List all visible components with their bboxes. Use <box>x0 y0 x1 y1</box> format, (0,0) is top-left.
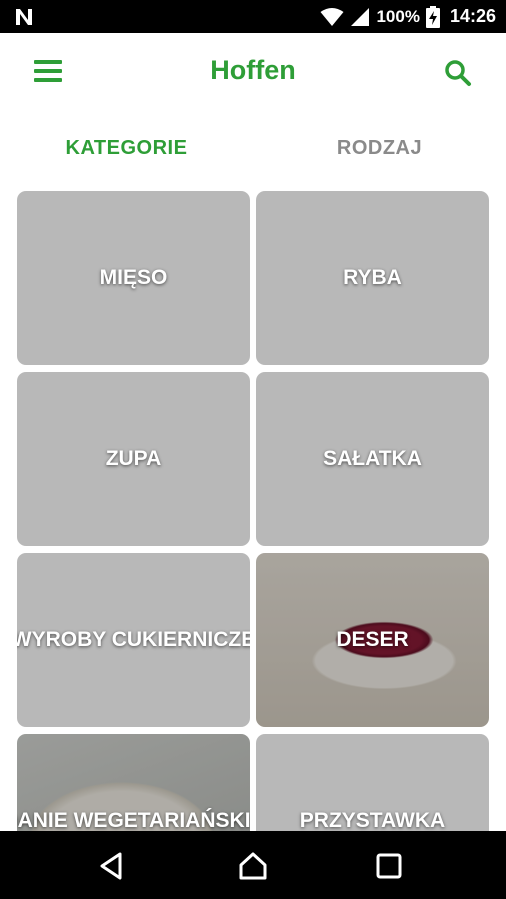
category-label: WYROBY CUKIERNICZE <box>17 628 250 651</box>
category-card-ryba[interactable]: RYBA <box>256 191 489 365</box>
category-tabs: KATEGORIE RODZAJ <box>0 115 506 181</box>
navigation-bar <box>0 831 506 899</box>
signal-icon <box>351 7 370 26</box>
wifi-icon <box>320 7 344 26</box>
battery-percent: 100% <box>376 6 420 26</box>
category-card-danie-wegetarianskie[interactable]: DANIE WEGETARIAŃSKIE <box>17 734 250 831</box>
recent-apps-icon[interactable] <box>374 851 404 881</box>
clock: 14:26 <box>449 6 496 26</box>
category-grid: MIĘSO RYBA ZUPA SAŁATKA WYROBY CUKIERNIC… <box>17 191 489 831</box>
category-card-zupa[interactable]: ZUPA <box>17 372 250 546</box>
category-label: PRZYSTAWKA <box>299 809 446 831</box>
search-icon[interactable] <box>444 59 472 87</box>
category-label: MIĘSO <box>99 266 168 289</box>
category-label: DESER <box>336 628 409 651</box>
tab-kategorie[interactable]: KATEGORIE <box>0 115 253 181</box>
category-label: ZUPA <box>105 447 162 470</box>
n-icon <box>16 9 32 25</box>
tab-rodzaj[interactable]: RODZAJ <box>253 115 506 181</box>
category-card-przystawka[interactable]: PRZYSTAWKA <box>256 734 489 831</box>
status-bar: 100% 14:26 <box>0 0 506 33</box>
home-icon[interactable] <box>238 851 268 881</box>
category-card-mieso[interactable]: MIĘSO <box>17 191 250 365</box>
app-title: Hoffen <box>210 55 296 85</box>
back-icon[interactable] <box>97 851 127 881</box>
category-card-salatka[interactable]: SAŁATKA <box>256 372 489 546</box>
category-label: RYBA <box>343 266 402 289</box>
category-label: DANIE WEGETARIAŃSKIE <box>17 809 250 831</box>
app-bar: Hoffen <box>0 33 506 115</box>
category-label: SAŁATKA <box>323 447 422 470</box>
category-card-wyroby-cukiernicze[interactable]: WYROBY CUKIERNICZE <box>17 553 250 727</box>
battery-charging-icon <box>425 5 440 28</box>
category-card-deser[interactable]: DESER <box>256 553 489 727</box>
